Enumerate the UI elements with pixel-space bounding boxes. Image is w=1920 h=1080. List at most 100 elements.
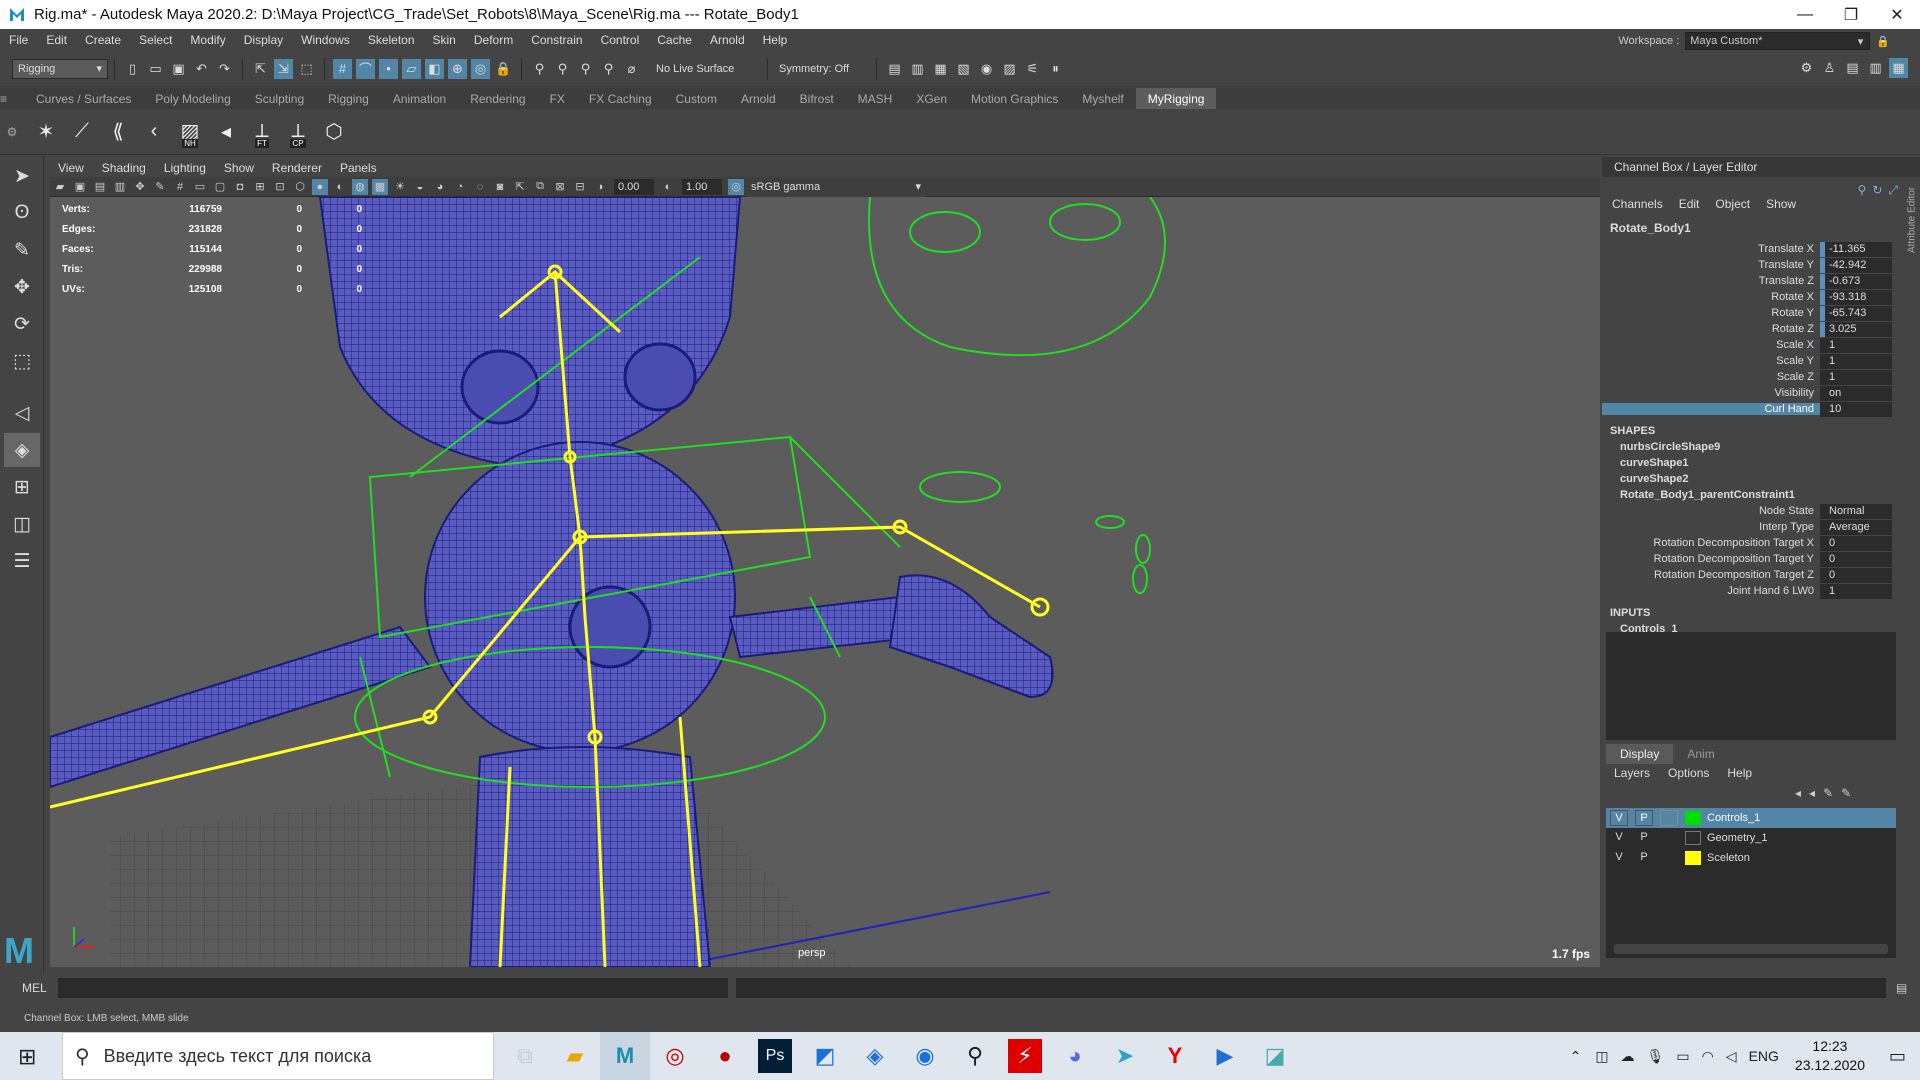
sync-icon[interactable]: ↻ [1872,183,1882,198]
workspace-dropdown[interactable]: Maya Custom* ▾ [1685,32,1871,50]
new-layer-selected-icon[interactable]: ✎ [1841,786,1851,800]
select-object-icon[interactable]: ⇲ [274,58,293,79]
layer-color-swatch[interactable] [1685,831,1701,845]
layer-display-type-toggle[interactable] [1660,850,1678,866]
bookmark-icon[interactable]: ▤ [92,179,108,195]
menu-select[interactable]: Select [130,33,181,47]
app-icon[interactable]: ◈ [850,1032,900,1080]
channel-box-toggle-icon[interactable]: ▦ [1889,58,1908,78]
layer-visibility-toggle[interactable]: V [1610,810,1628,826]
lock-icon[interactable]: 🔒 [494,59,513,79]
battery-icon[interactable]: ▭ [1676,1048,1689,1065]
viewport-menu-panels[interactable]: Panels [332,161,387,175]
xray-joints-icon[interactable]: ⊠ [552,179,568,195]
layer-row-geometry[interactable]: V P Geometry_1 [1606,828,1896,848]
gamma-icon[interactable]: ◐ [660,179,676,195]
render-view-icon[interactable]: ▤ [885,59,904,79]
four-view-layout-icon[interactable]: ⊞ [4,470,40,504]
pause-icon[interactable]: ⏸ [1046,59,1065,79]
new-layer-icon[interactable]: ✎ [1823,786,1833,800]
menu-create[interactable]: Create [76,33,130,47]
app-icon[interactable]: ⚡ [1008,1039,1042,1073]
attribute-editor-tab[interactable]: Attribute Editor [1904,160,1920,280]
attr-rot-decomp-x[interactable]: Rotation Decomposition Target X0 [1602,535,1900,551]
magnet-icon[interactable]: ⌀ [622,59,641,79]
colorspace-dropdown[interactable]: sRGB gamma ▾ [746,176,926,197]
redo-icon[interactable]: ↷ [215,59,234,79]
telegram-icon[interactable]: ➤ [1100,1032,1150,1080]
film-gate-icon[interactable]: ▭ [192,179,208,195]
layer-color-swatch[interactable] [1685,811,1701,825]
windows-start-icon[interactable]: ⊞ [18,1044,36,1070]
exposure-field[interactable]: 0.00 [614,178,654,195]
render-current-icon[interactable]: ▥ [908,59,927,79]
isolate-select-icon[interactable]: ⇱ [512,179,528,195]
shape-item[interactable]: curveShape2 [1620,471,1900,487]
menu-windows[interactable]: Windows [292,33,359,47]
symmetry-dropdown[interactable]: Symmetry: Off [774,58,870,79]
attr-joint-hand-weight[interactable]: Joint Hand 6 LW0 1 [1602,583,1900,599]
yandex-browser-icon[interactable]: Y [1150,1032,1200,1080]
menu-display[interactable]: Display [235,33,292,47]
live-surface-field[interactable]: No Live Surface [651,58,761,79]
move-tool-icon[interactable]: ✥ [4,270,40,304]
select-component-icon[interactable]: ⬚ [297,59,316,79]
nh-script-icon[interactable]: ▨ NH [176,116,204,148]
insert-joint-icon[interactable]: ◂ [212,116,240,148]
minimize-button[interactable]: — [1782,0,1828,29]
script-editor-icon[interactable]: ▤ [1896,981,1907,995]
color-management-icon[interactable]: ◎ [728,178,744,195]
motion-blur-icon[interactable]: ◔ [452,179,468,195]
command-input[interactable] [58,978,728,998]
snap-surface-icon[interactable]: ◧ [425,58,444,79]
smooth-shade-icon[interactable]: ● [312,178,328,195]
grease-pencil-icon[interactable]: ✎ [152,179,168,195]
shelf-tab-myrigging[interactable]: MyRigging [1135,88,1217,109]
ipr-render-icon[interactable]: ▦ [931,59,950,79]
selected-object-name[interactable]: Rotate_Body1 [1610,221,1900,235]
shelf-tab-mash[interactable]: MASH [846,88,905,109]
viewport-menu-view[interactable]: View [50,161,94,175]
cp-script-icon[interactable]: ⟂ CP [284,116,312,148]
photoshop-icon[interactable]: Ps [758,1039,792,1073]
history-icon[interactable]: ⚲ [530,59,549,79]
image-plane-icon[interactable]: ▥ [112,179,128,195]
ik-spline-icon[interactable]: ⟪ [104,116,132,148]
two-d-pan-icon[interactable]: ✥ [132,179,148,195]
shelf-tab-myshelf[interactable]: Myshelf [1070,88,1135,109]
menu-help[interactable]: Help [754,33,797,47]
shelf-tab-motion-graphics[interactable]: Motion Graphics [959,88,1070,109]
snap-live-icon[interactable]: ⊕ [448,58,467,79]
language-indicator[interactable]: ENG [1749,1048,1779,1064]
attr-translate-z[interactable]: Translate Z -0.673 [1602,273,1900,289]
discord-icon[interactable]: ◕ [1050,1032,1100,1080]
tab-anim[interactable]: Anim [1673,744,1728,764]
last-tool-icon[interactable]: ◁ [4,396,40,430]
construction-history-icon[interactable]: ⚲ [599,59,618,79]
shape-item[interactable]: Rotate_Body1_parentConstraint1 [1620,487,1900,503]
rotate-tool-icon[interactable]: ⟳ [4,307,40,341]
app-icon[interactable]: ◩ [800,1032,850,1080]
orient-joint-icon[interactable]: ‹ [140,116,168,148]
menuset-dropdown[interactable]: Rigging ▾ [12,58,108,79]
shelf-tab-curves-surfaces[interactable]: Curves / Surfaces [24,88,143,109]
use-all-lights-icon[interactable]: ☀ [392,179,408,195]
grid-icon[interactable]: # [172,179,188,195]
joint-tool-icon[interactable]: ✶ [32,116,60,148]
layer-display-type-toggle[interactable] [1660,830,1678,846]
snap-curve-icon[interactable]: ⌒ [356,58,375,79]
paint-select-tool-icon[interactable]: ✎ [4,233,40,267]
onedrive-icon[interactable]: ☁ [1621,1048,1635,1065]
save-scene-icon[interactable]: ▣ [169,59,188,79]
shelf-tab-animation[interactable]: Animation [381,88,458,109]
camera-select-icon[interactable]: ▰ [52,179,68,195]
cb-menu-object[interactable]: Object [1715,197,1750,211]
cb-menu-edit[interactable]: Edit [1679,197,1700,211]
menu-constrain[interactable]: Constrain [522,33,591,47]
attr-visibility[interactable]: Visibility on [1602,385,1900,401]
file-explorer-icon[interactable]: ▰ [550,1032,600,1080]
attr-translate-x[interactable]: Translate X -11.365 [1602,241,1900,257]
menu-deform[interactable]: Deform [465,33,522,47]
shelf-tab-fx[interactable]: FX [538,88,577,109]
xray-active-icon[interactable]: ⊟ [572,179,588,195]
